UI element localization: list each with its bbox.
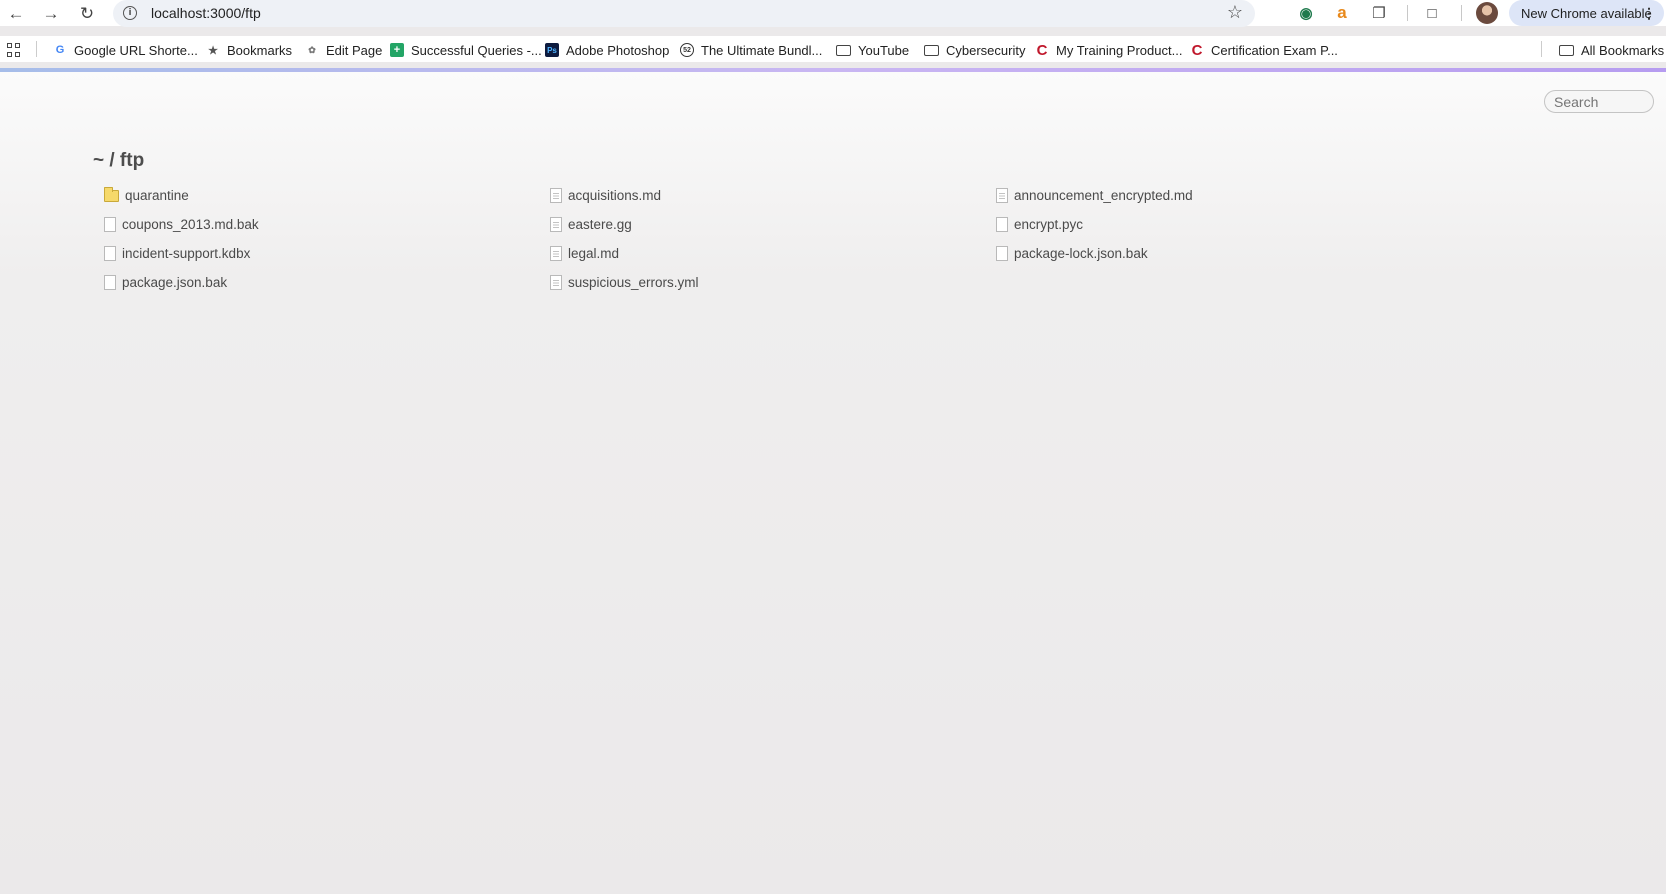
file-link[interactable]: suspicious_errors.yml [550, 268, 996, 297]
folder-link[interactable]: quarantine [104, 181, 550, 210]
toolbar-divider [1407, 5, 1408, 21]
address-bar[interactable]: i localhost:3000/ftp ☆ [113, 0, 1255, 27]
bookmark-google-url-shortener[interactable]: G Google URL Shorte... [53, 40, 198, 60]
browser-toolbar: ← → ↻ i localhost:3000/ftp ☆ ◉ a ❐ □ New… [0, 0, 1666, 27]
folder-icon [836, 44, 851, 56]
site-info-icon[interactable]: i [123, 6, 137, 20]
bookmark-label: My Training Product... [1056, 42, 1183, 58]
toolbar-divider [1461, 5, 1462, 21]
profile-avatar[interactable] [1476, 2, 1498, 24]
url-text[interactable]: localhost:3000/ftp [151, 5, 261, 21]
file-name: quarantine [125, 188, 189, 203]
file-name: coupons_2013.md.bak [122, 217, 259, 232]
c-logo-icon: C [1191, 41, 1203, 59]
file-name: encrypt.pyc [1014, 217, 1084, 232]
bookmark-label: Adobe Photoshop [566, 42, 670, 58]
file-name: package-lock.json.bak [1014, 246, 1148, 261]
file-link[interactable]: acquisitions.md [550, 181, 996, 210]
text-file-icon [550, 217, 562, 232]
file-icon [104, 217, 116, 232]
bookmark-my-training-products[interactable]: C My Training Product... [1035, 40, 1183, 60]
text-file-icon [550, 188, 562, 203]
new-chrome-available-button[interactable]: New Chrome available ⋮ [1509, 0, 1664, 26]
bookmark-star-icon[interactable]: ☆ [1227, 2, 1243, 23]
sheets-icon: + [390, 43, 404, 57]
file-link[interactable]: eastere.gg [550, 210, 996, 239]
file-list: quarantine acquisitions.md announcement_en… [104, 181, 1444, 297]
bookmark-edit-page[interactable]: ✿ Edit Page [305, 40, 382, 60]
file-icon [104, 275, 116, 290]
text-file-icon [550, 275, 562, 290]
ftp-directory-page: ~ / ftp quarantine acquisitions.md announc… [0, 72, 1666, 894]
file-link[interactable]: encrypt.pyc [996, 210, 1442, 239]
file-name: suspicious_errors.yml [568, 275, 699, 290]
bookmark-certification-exam[interactable]: C Certification Exam P... [1190, 40, 1338, 60]
file-name: legal.md [568, 246, 620, 261]
file-link[interactable]: package-lock.json.bak [996, 239, 1442, 268]
bookmark-adobe-photoshop[interactable]: Ps Adobe Photoshop [545, 40, 669, 60]
grammarly-icon[interactable]: ◉ [1295, 2, 1317, 24]
file-icon [996, 246, 1008, 261]
bookmark-label: Bookmarks [227, 42, 293, 58]
tab-search-icon[interactable]: □ [1421, 2, 1443, 24]
text-file-icon [996, 188, 1008, 203]
file-link[interactable]: package.json.bak [104, 268, 550, 297]
file-link[interactable]: incident-support.kdbx [104, 239, 550, 268]
bookmark-ultimate-bundle[interactable]: 52 The Ultimate Bundl... [680, 40, 822, 60]
all-bookmarks-button[interactable]: All Bookmarks [1559, 40, 1664, 60]
star-icon: ★ [208, 44, 218, 57]
reload-icon[interactable]: ↻ [76, 2, 98, 24]
file-link[interactable]: legal.md [550, 239, 996, 268]
folder-icon [1559, 44, 1574, 56]
folder-icon [104, 186, 119, 202]
back-arrow-icon[interactable]: ← [5, 2, 27, 24]
bookmark-bookmarks[interactable]: ★ Bookmarks [206, 40, 292, 60]
apps-grid-icon[interactable] [7, 43, 21, 57]
bookmark-successful-queries[interactable]: + Successful Queries -... [390, 40, 542, 60]
update-label: New Chrome available [1521, 5, 1652, 21]
file-name: announcement_encrypted.md [1014, 188, 1193, 203]
amazon-assistant-icon[interactable]: a [1331, 2, 1353, 24]
search-input[interactable] [1544, 90, 1654, 113]
bookmarks-divider [1541, 41, 1542, 57]
google-icon: G [55, 44, 65, 56]
text-file-icon [550, 246, 562, 261]
bookmarks-divider [36, 41, 37, 57]
all-bookmarks-label: All Bookmarks [1581, 42, 1665, 58]
bookmark-youtube-folder[interactable]: YouTube [836, 40, 909, 60]
file-link[interactable]: announcement_encrypted.md [996, 181, 1442, 210]
file-name: acquisitions.md [568, 188, 662, 203]
forward-arrow-icon[interactable]: → [40, 2, 62, 24]
extensions-puzzle-icon[interactable]: ❐ [1368, 2, 1390, 24]
photoshop-icon: Ps [545, 43, 559, 57]
c-logo-icon: C [1036, 41, 1048, 59]
file-link[interactable]: coupons_2013.md.bak [104, 210, 550, 239]
file-name: package.json.bak [122, 275, 228, 290]
bookmarks-bar: G Google URL Shorte... ★ Bookmarks ✿ Edi… [0, 36, 1666, 62]
file-icon [996, 217, 1008, 232]
bookmark-cybersecurity-folder[interactable]: Cybersecurity [924, 40, 1025, 60]
bookmark-label: Cybersecurity [946, 42, 1026, 58]
bookmark-label: Successful Queries -... [411, 42, 542, 58]
bundle-icon: 52 [680, 43, 694, 57]
bookmark-label: Google URL Shorte... [74, 42, 198, 58]
bookmark-label: Edit Page [326, 42, 383, 58]
breadcrumb: ~ / ftp [93, 150, 145, 171]
bookmark-label: Certification Exam P... [1211, 42, 1338, 58]
file-icon [104, 246, 116, 261]
file-name: incident-support.kdbx [122, 246, 251, 261]
folder-icon [924, 44, 939, 56]
bookmark-label: The Ultimate Bundl... [701, 42, 823, 58]
person-icon: ✿ [308, 44, 316, 55]
bookmark-label: YouTube [858, 42, 910, 58]
menu-kebab-icon[interactable]: ⋮ [1642, 4, 1656, 22]
file-name: eastere.gg [568, 217, 632, 232]
